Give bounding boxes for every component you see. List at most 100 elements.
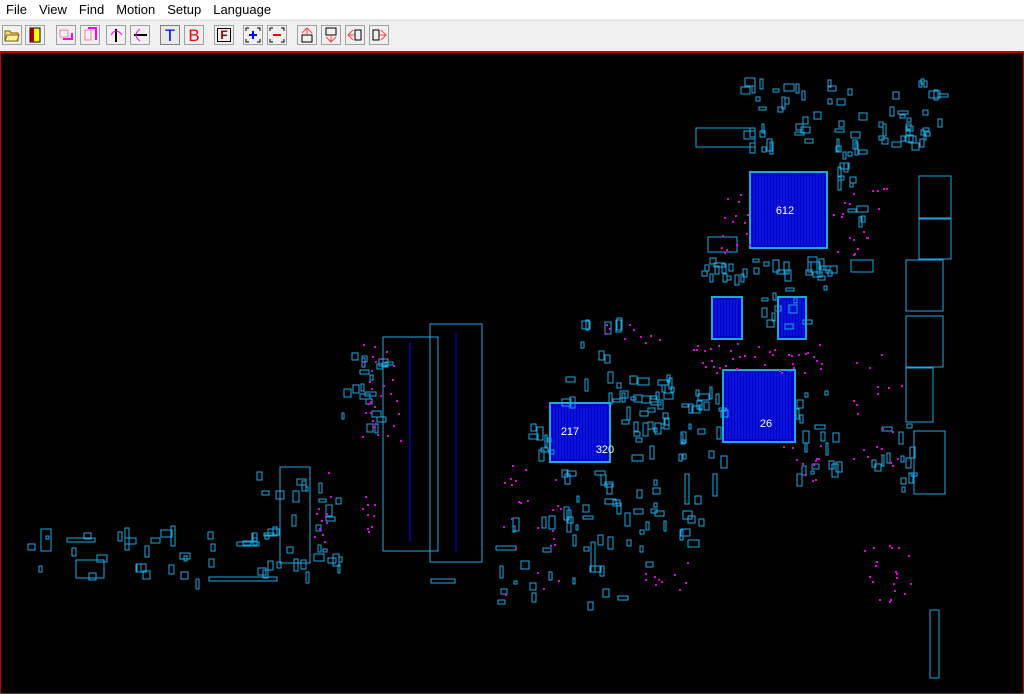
smd-component[interactable]: [208, 558, 215, 568]
smd-component[interactable]: [45, 535, 50, 540]
smd-component[interactable]: [645, 521, 650, 531]
top-side-button[interactable]: T: [160, 25, 180, 45]
smd-component[interactable]: [802, 116, 809, 125]
smd-component[interactable]: [633, 508, 644, 515]
smd-component[interactable]: [726, 275, 732, 281]
smd-component[interactable]: [843, 162, 849, 173]
smd-component[interactable]: [124, 537, 137, 545]
smd-component[interactable]: [598, 350, 605, 361]
smd-component[interactable]: [530, 423, 537, 432]
exit-button[interactable]: [25, 25, 45, 45]
smd-component[interactable]: [804, 392, 809, 398]
smd-component[interactable]: [708, 450, 715, 459]
zoom-out-button[interactable]: [267, 25, 287, 45]
move-left-button[interactable]: [345, 25, 365, 45]
smd-component[interactable]: [499, 565, 504, 579]
smd-component[interactable]: [755, 96, 761, 102]
smd-component[interactable]: [150, 537, 161, 544]
smd-component[interactable]: [906, 117, 912, 123]
smd-component[interactable]: [267, 560, 274, 571]
smd-component[interactable]: [300, 559, 307, 570]
smd-component[interactable]: [594, 470, 606, 476]
smd-component[interactable]: [195, 578, 200, 590]
smd-component[interactable]: [847, 151, 853, 157]
smd-component[interactable]: [682, 453, 687, 460]
connector[interactable]: [913, 430, 946, 495]
smd-component[interactable]: [351, 352, 359, 361]
smd-component[interactable]: [701, 270, 708, 277]
smd-component[interactable]: [325, 516, 336, 522]
connector[interactable]: [918, 175, 952, 219]
smd-component[interactable]: [305, 571, 310, 584]
connector[interactable]: [850, 259, 874, 273]
smd-component[interactable]: [117, 531, 123, 542]
smd-component[interactable]: [624, 512, 631, 527]
smd-component[interactable]: [604, 354, 611, 364]
smd-component[interactable]: [645, 561, 654, 568]
smd-component[interactable]: [801, 465, 807, 476]
smd-component[interactable]: [606, 483, 613, 495]
smd-component[interactable]: [678, 453, 683, 462]
smd-component[interactable]: [144, 545, 150, 558]
smd-component[interactable]: [626, 406, 631, 421]
smd-component[interactable]: [919, 138, 925, 148]
smd-component[interactable]: [541, 516, 547, 529]
smd-component[interactable]: [292, 490, 300, 503]
smd-component[interactable]: [886, 452, 891, 464]
smd-component[interactable]: [639, 545, 644, 553]
passive-component[interactable]: [430, 578, 456, 584]
smd-component[interactable]: [661, 384, 666, 393]
smd-component[interactable]: [647, 421, 654, 430]
smd-component[interactable]: [168, 564, 175, 575]
rotate-flip-button[interactable]: [56, 25, 76, 45]
smd-component[interactable]: [548, 571, 553, 581]
open-file-button[interactable]: [2, 25, 22, 45]
smd-component[interactable]: [160, 529, 173, 538]
smd-component[interactable]: [802, 430, 810, 444]
smd-component[interactable]: [633, 421, 639, 432]
smd-component[interactable]: [728, 263, 734, 272]
smd-component[interactable]: [680, 433, 684, 443]
menu-view[interactable]: View: [33, 2, 73, 17]
smd-component[interactable]: [572, 534, 577, 547]
smd-component[interactable]: [697, 428, 706, 435]
smd-component[interactable]: [88, 572, 97, 581]
smd-component[interactable]: [889, 106, 895, 117]
menu-setup[interactable]: Setup: [161, 2, 207, 17]
smd-component[interactable]: [901, 486, 906, 493]
smd-component[interactable]: [635, 437, 643, 443]
smd-component[interactable]: [849, 176, 857, 184]
smd-component[interactable]: [257, 567, 267, 576]
smd-component[interactable]: [318, 498, 327, 503]
smd-component[interactable]: [804, 442, 808, 453]
menu-file[interactable]: File: [0, 2, 33, 17]
smd-component[interactable]: [796, 399, 804, 409]
smd-component[interactable]: [366, 423, 374, 433]
smd-component[interactable]: [783, 83, 795, 92]
smd-component[interactable]: [749, 142, 756, 154]
smd-component[interactable]: [636, 489, 643, 499]
smd-component[interactable]: [653, 502, 658, 508]
smd-component[interactable]: [834, 128, 845, 133]
smd-component[interactable]: [616, 382, 622, 389]
smd-component[interactable]: [650, 401, 662, 406]
smd-component[interactable]: [900, 455, 905, 463]
smd-component[interactable]: [813, 111, 822, 120]
smd-component[interactable]: [688, 423, 692, 430]
smd-component[interactable]: [612, 398, 621, 403]
pcb-board-canvas[interactable]: 612 26 217 320: [0, 51, 1024, 694]
smd-component[interactable]: [649, 445, 655, 460]
smd-component[interactable]: [716, 426, 722, 440]
smd-component[interactable]: [343, 388, 352, 398]
smd-component[interactable]: [565, 376, 576, 383]
smd-component[interactable]: [734, 274, 740, 286]
move-down-button[interactable]: [321, 25, 341, 45]
smd-component[interactable]: [607, 371, 614, 384]
smd-component[interactable]: [548, 515, 556, 530]
smd-component[interactable]: [301, 480, 307, 492]
smd-component[interactable]: [905, 457, 912, 469]
smd-component[interactable]: [836, 98, 846, 106]
smd-component[interactable]: [663, 392, 674, 400]
smd-component[interactable]: [900, 135, 906, 142]
smd-component[interactable]: [575, 524, 579, 531]
